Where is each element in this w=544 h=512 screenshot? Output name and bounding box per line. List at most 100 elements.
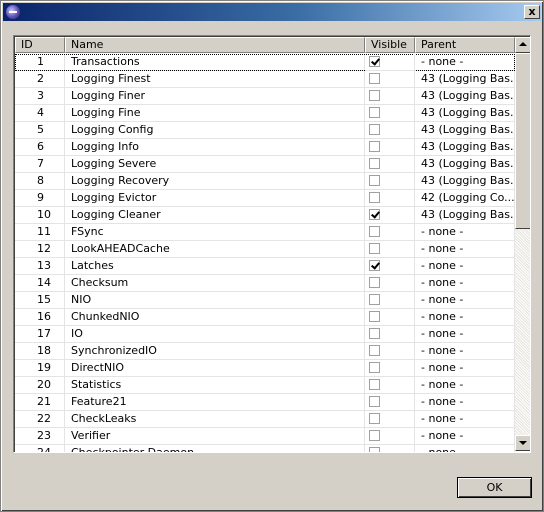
visible-checkbox[interactable] — [369, 413, 380, 424]
table-row[interactable]: 20 Statistics - none - — [15, 377, 515, 394]
table-row[interactable]: 13 Latches - none - — [15, 258, 515, 275]
cell-visible — [365, 326, 415, 343]
cell-parent: - none - — [415, 428, 515, 445]
cell-parent: 43 (Logging Bas... — [415, 139, 515, 156]
column-header-id[interactable]: ID — [15, 37, 65, 53]
ok-button[interactable]: OK — [457, 477, 532, 498]
cell-id: 6 — [15, 139, 65, 156]
title-bar[interactable]: x — [3, 3, 541, 21]
cell-visible — [365, 105, 415, 122]
table-row[interactable]: 19 DirectNIO - none - — [15, 360, 515, 377]
table-row[interactable]: 23 Verifier - none - — [15, 428, 515, 445]
cell-id: 22 — [15, 411, 65, 428]
visible-checkbox[interactable] — [369, 158, 380, 169]
table-row[interactable]: 2 Logging Finest 43 (Logging Bas... — [15, 71, 515, 88]
visible-checkbox-checked[interactable] — [369, 260, 380, 271]
cell-visible — [365, 377, 415, 394]
cell-name: CheckLeaks — [65, 411, 365, 428]
table-row[interactable]: 7 Logging Severe 43 (Logging Bas... — [15, 156, 515, 173]
table-row[interactable]: 1 Transactions - none - — [15, 54, 515, 71]
visible-checkbox[interactable] — [369, 277, 380, 288]
visible-checkbox[interactable] — [369, 175, 380, 186]
table-row[interactable]: 9 Logging Evictor 42 (Logging Co... — [15, 190, 515, 207]
cell-name: SynchronizedIO — [65, 343, 365, 360]
column-header-name[interactable]: Name — [65, 37, 365, 53]
table-row[interactable]: 18 SynchronizedIO - none - — [15, 343, 515, 360]
cell-name: Latches — [65, 258, 365, 275]
cell-id: 4 — [15, 105, 65, 122]
cell-visible — [365, 54, 415, 71]
cell-id: 16 — [15, 309, 65, 326]
table-row[interactable]: 4 Logging Fine 43 (Logging Bas... — [15, 105, 515, 122]
table-row[interactable]: 22 CheckLeaks - none - — [15, 411, 515, 428]
cell-name: Logging Info — [65, 139, 365, 156]
visible-checkbox[interactable] — [369, 107, 380, 118]
close-icon: x — [528, 5, 536, 18]
table-row[interactable]: 12 LookAHEADCache - none - — [15, 241, 515, 258]
table-row[interactable]: 8 Logging Recovery 43 (Logging Bas... — [15, 173, 515, 190]
table-row[interactable]: 10 Logging Cleaner 43 (Logging Bas... — [15, 207, 515, 224]
visible-checkbox[interactable] — [369, 141, 380, 152]
table-row[interactable]: 5 Logging Config 43 (Logging Bas... — [15, 122, 515, 139]
visible-checkbox[interactable] — [369, 328, 380, 339]
cell-parent: - none - — [415, 394, 515, 411]
cell-name: Transactions — [65, 54, 365, 71]
visible-checkbox[interactable] — [369, 192, 380, 203]
table-row[interactable]: 14 Checksum - none - — [15, 275, 515, 292]
visible-checkbox[interactable] — [369, 430, 380, 441]
cell-visible — [365, 122, 415, 139]
cell-id: 3 — [15, 88, 65, 105]
cell-visible — [365, 173, 415, 190]
cell-parent: - none - — [415, 241, 515, 258]
cell-name: Logging Fine — [65, 105, 365, 122]
table-row[interactable]: 16 ChunkedNIO - none - — [15, 309, 515, 326]
visible-checkbox[interactable] — [369, 379, 380, 390]
cell-parent: 42 (Logging Co... — [415, 190, 515, 207]
cell-parent: - none - — [415, 445, 515, 452]
scroll-up-button[interactable] — [515, 37, 530, 53]
visible-checkbox[interactable] — [369, 311, 380, 322]
table-row[interactable]: 17 IO - none - — [15, 326, 515, 343]
cell-id: 20 — [15, 377, 65, 394]
cell-visible — [365, 190, 415, 207]
cell-visible — [365, 275, 415, 292]
visible-checkbox[interactable] — [369, 226, 380, 237]
visible-checkbox[interactable] — [369, 345, 380, 356]
visible-checkbox[interactable] — [369, 90, 380, 101]
column-header-visible[interactable]: Visible — [365, 37, 415, 53]
cell-name: Logging Config — [65, 122, 365, 139]
cell-name: LookAHEADCache — [65, 241, 365, 258]
cell-visible — [365, 258, 415, 275]
table-row[interactable]: 3 Logging Finer 43 (Logging Bas... — [15, 88, 515, 105]
visible-checkbox[interactable] — [369, 362, 380, 373]
cell-visible — [365, 411, 415, 428]
cell-name: FSync — [65, 224, 365, 241]
cell-id: 15 — [15, 292, 65, 309]
vertical-scrollbar[interactable] — [515, 37, 530, 451]
cell-id: 19 — [15, 360, 65, 377]
cell-visible — [365, 445, 415, 452]
visible-checkbox-checked[interactable] — [369, 56, 380, 67]
visible-checkbox[interactable] — [369, 447, 380, 452]
close-button[interactable]: x — [524, 5, 540, 19]
table-row[interactable]: 15 NIO - none - — [15, 292, 515, 309]
column-header-parent[interactable]: Parent — [415, 37, 515, 53]
cell-visible — [365, 71, 415, 88]
cell-name: Logging Evictor — [65, 190, 365, 207]
visible-checkbox[interactable] — [369, 124, 380, 135]
cell-id: 21 — [15, 394, 65, 411]
visible-checkbox-checked[interactable] — [369, 209, 380, 220]
scroll-thumb[interactable] — [515, 53, 530, 229]
table-row[interactable]: 21 Feature21 - none - — [15, 394, 515, 411]
cell-visible — [365, 309, 415, 326]
visible-checkbox[interactable] — [369, 73, 380, 84]
table-row[interactable]: 24Checkpointer Daemon - none - — [15, 445, 515, 452]
table-row[interactable]: 6 Logging Info 43 (Logging Bas... — [15, 139, 515, 156]
visible-checkbox[interactable] — [369, 243, 380, 254]
cell-visible — [365, 88, 415, 105]
visible-checkbox[interactable] — [369, 294, 380, 305]
scroll-down-button[interactable] — [515, 435, 530, 451]
visible-checkbox[interactable] — [369, 396, 380, 407]
table-row[interactable]: 11 FSync - none - — [15, 224, 515, 241]
cell-parent: - none - — [415, 292, 515, 309]
